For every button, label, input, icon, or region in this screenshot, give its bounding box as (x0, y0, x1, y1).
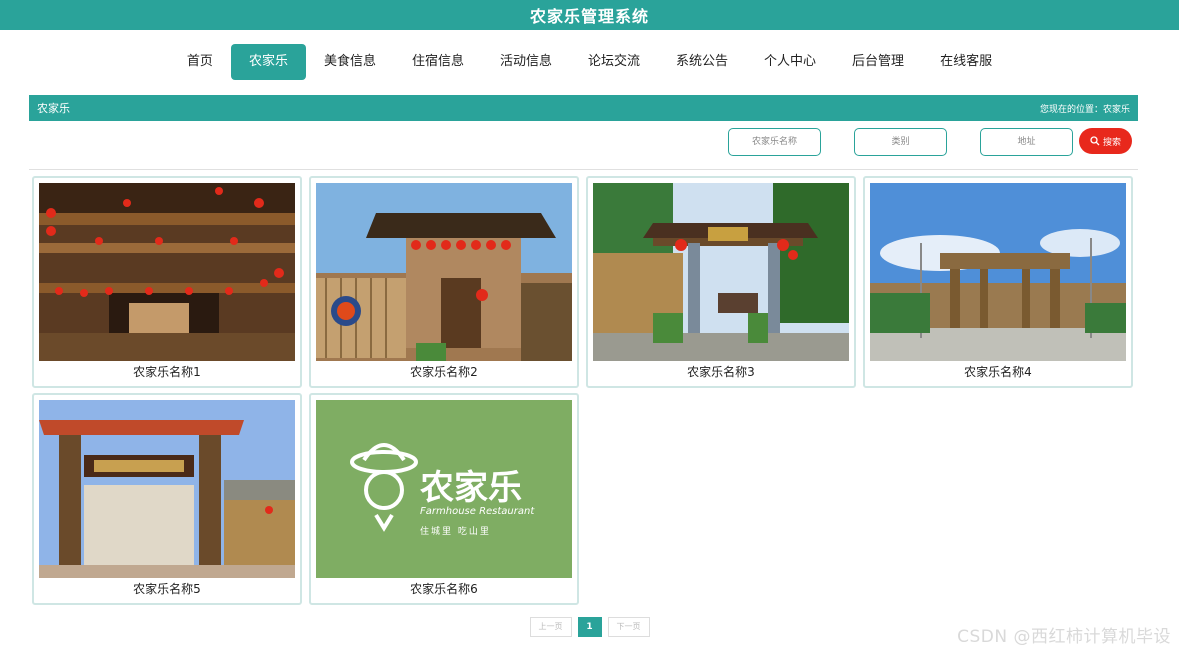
main-nav: 首页 农家乐 美食信息 住宿信息 活动信息 论坛交流 系统公告 个人中心 后台管… (0, 44, 1179, 80)
title-bar: 农家乐管理系统 (0, 0, 1179, 30)
name-search-input[interactable]: 农家乐名称 (728, 128, 821, 156)
breadcrumb: 农家乐 您现在的位置：农家乐 (29, 95, 1138, 121)
farmhouse-name: 农家乐名称3 (687, 365, 755, 379)
nav-item-forum[interactable]: 论坛交流 (570, 44, 658, 80)
nav-item-admin[interactable]: 后台管理 (834, 44, 922, 80)
logo-slogan: 住城里 吃山里 (420, 527, 491, 537)
farmhouse-card[interactable]: 农家乐名称2 (309, 176, 579, 388)
farmhouse-photo (593, 183, 849, 361)
breadcrumb-section: 农家乐 (37, 102, 70, 115)
prev-page-button[interactable]: 上一页 (529, 617, 572, 637)
search-icon (1090, 136, 1100, 146)
search-button[interactable]: 搜索 (1079, 128, 1132, 154)
watermark: CSDN @西红柿计算机毕设 (957, 627, 1171, 647)
farmhouse-photo (316, 183, 572, 361)
search-button-label: 搜索 (1102, 137, 1121, 148)
farmhouse-card[interactable]: 农家乐名称3 (586, 176, 856, 388)
nav-item-announcements[interactable]: 系统公告 (658, 44, 746, 80)
farmhouse-name: 农家乐名称2 (410, 365, 478, 379)
farmhouse-name: 农家乐名称4 (964, 365, 1032, 379)
farmhouse-name: 农家乐名称6 (410, 582, 478, 596)
type-search-input[interactable]: 类别 (854, 128, 947, 156)
nav-item-food[interactable]: 美食信息 (306, 44, 394, 80)
address-search-input[interactable]: 地址 (980, 128, 1073, 156)
nav-item-home[interactable]: 首页 (169, 44, 231, 80)
search-row: 农家乐名称 类别 地址 搜索 (0, 128, 1179, 156)
farmhouse-photo (39, 400, 295, 578)
logo-subtitle: Farmhouse Restaurant (420, 506, 535, 517)
farmhouse-card[interactable]: 农家乐名称4 (863, 176, 1133, 388)
current-page[interactable]: 1 (577, 617, 602, 637)
farmhouse-photo (39, 183, 295, 361)
logo-text: 农家乐 (420, 468, 522, 508)
nav-item-activities[interactable]: 活动信息 (482, 44, 570, 80)
next-page-button[interactable]: 下一页 (607, 617, 650, 637)
nav-item-profile[interactable]: 个人中心 (746, 44, 834, 80)
farmhouse-photo (870, 183, 1126, 361)
farmhouse-card[interactable]: 农家乐名称5 (32, 393, 302, 605)
nav-item-support[interactable]: 在线客服 (922, 44, 1010, 80)
farmhouse-logo: 农家乐 Farmhouse Restaurant 住城里 吃山里 (316, 400, 572, 578)
nav-item-lodging[interactable]: 住宿信息 (394, 44, 482, 80)
app-title: 农家乐管理系统 (529, 7, 649, 26)
farmhouse-name: 农家乐名称1 (133, 365, 201, 379)
nav-item-farmhouse[interactable]: 农家乐 (230, 44, 306, 80)
farmhouse-name: 农家乐名称5 (133, 582, 201, 596)
farmhouse-card[interactable]: 农家乐名称1 (32, 176, 302, 388)
farmhouse-card[interactable]: 农家乐 Farmhouse Restaurant 住城里 吃山里 农家乐名称6 (309, 393, 579, 605)
divider (29, 169, 1138, 170)
breadcrumb-location: 您现在的位置：农家乐 (1039, 104, 1130, 115)
